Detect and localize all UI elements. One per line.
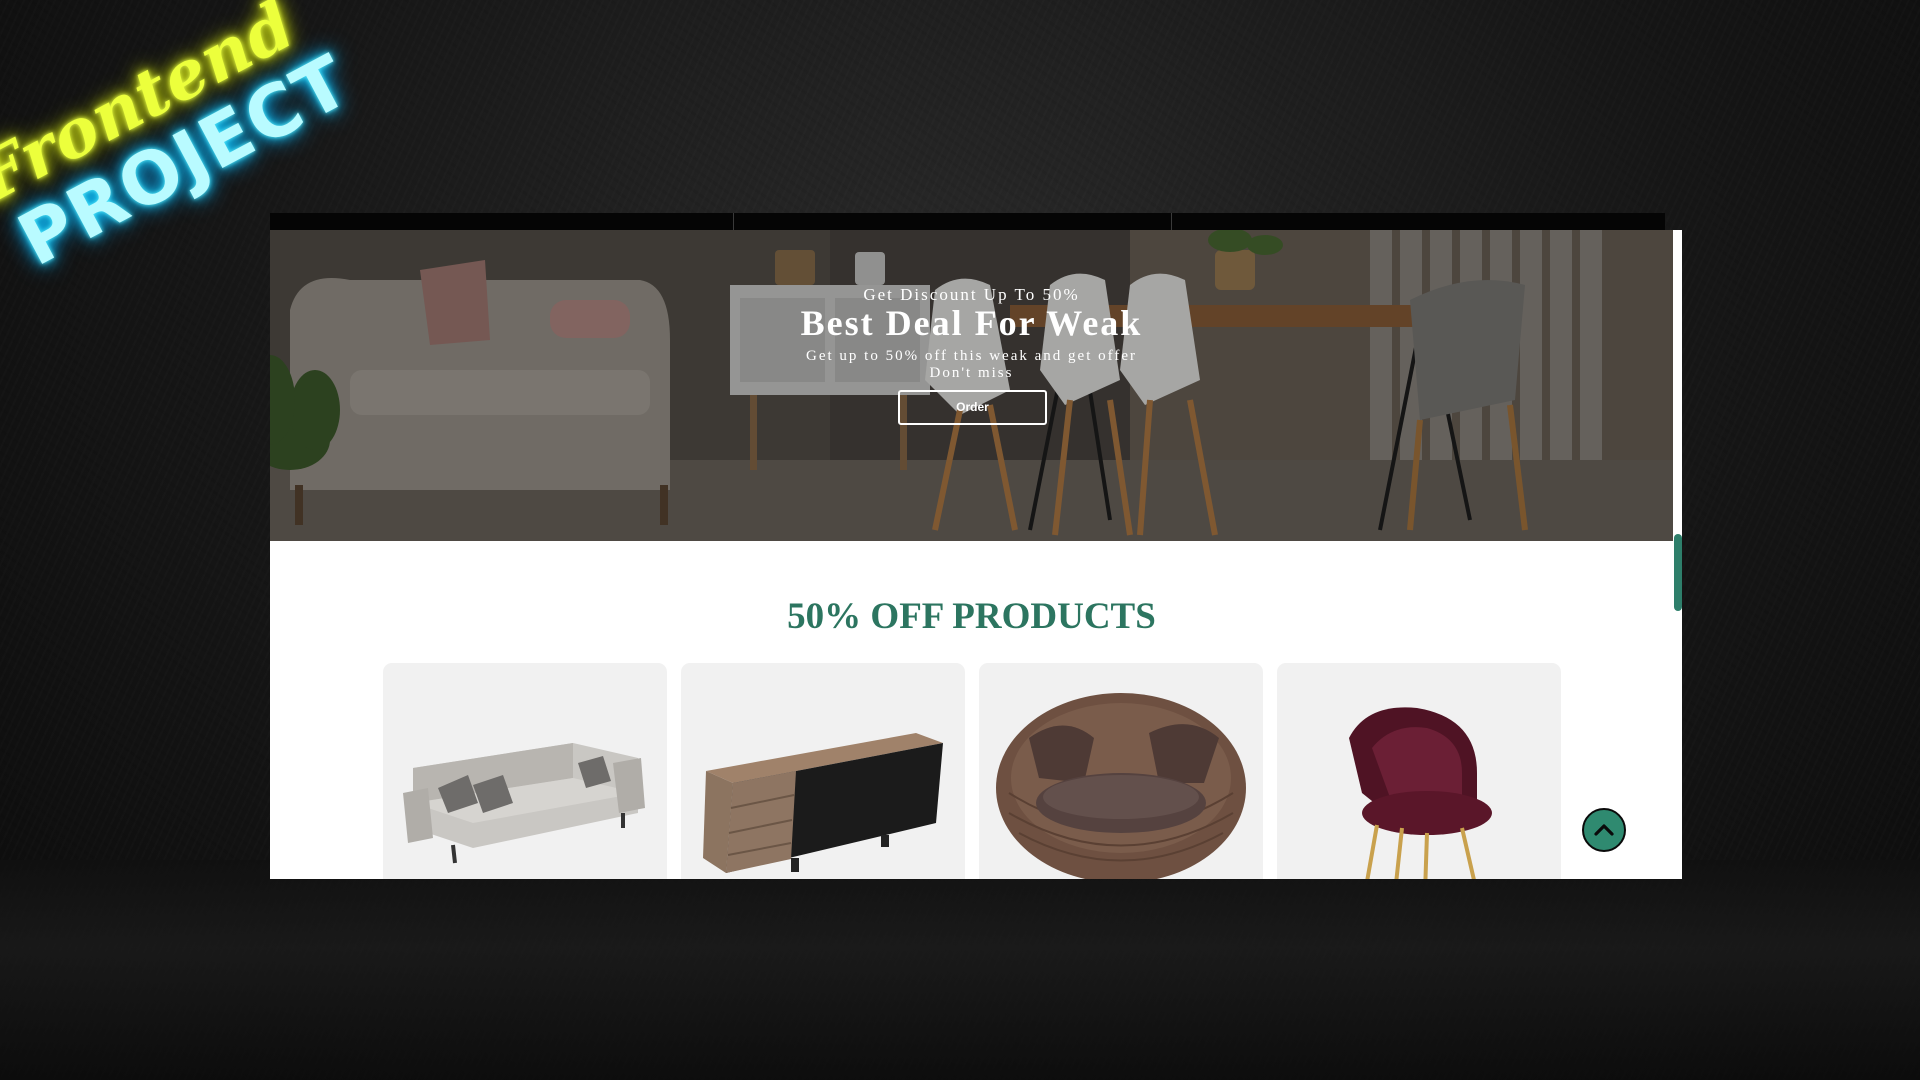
product-card-sofa[interactable] — [383, 663, 667, 879]
chevron-up-icon — [1594, 824, 1614, 836]
website-viewport: Get Discount Up To 50% Best Deal For Wea… — [270, 230, 1682, 879]
background-floor — [0, 860, 1920, 1080]
scroll-to-top-button[interactable] — [1582, 808, 1626, 852]
hero-subtitle-line1: Get up to 50% off this weak and get offe… — [806, 348, 1137, 364]
velvet-chair-image — [1349, 707, 1492, 879]
browser-top-bar — [270, 213, 1665, 230]
product-card-rattan-chair[interactable] — [979, 663, 1263, 879]
hero-banner: Get Discount Up To 50% Best Deal For Wea… — [270, 230, 1673, 541]
hero-dark-overlay — [270, 230, 1673, 541]
page-scrollbar[interactable] — [1673, 230, 1682, 879]
hero-subtitle-line2: Don't miss — [929, 365, 1014, 381]
order-button[interactable]: Order — [898, 390, 1047, 425]
topbar-divider — [733, 213, 734, 230]
cabinet-image — [703, 733, 943, 873]
sofa-image — [403, 743, 645, 864]
hero-subtitle: Get up to 50% off this weak and get offe… — [270, 348, 1673, 382]
section-title: 50% OFF PRODUCTS — [787, 596, 1156, 637]
scrollbar-thumb[interactable] — [1674, 534, 1682, 611]
product-card-cabinet[interactable] — [681, 663, 965, 879]
topbar-divider — [1171, 213, 1172, 230]
rattan-chair-image — [996, 693, 1246, 879]
product-card-velvet-chair[interactable] — [1277, 663, 1561, 879]
hero-title: Best Deal For Weak — [800, 303, 1143, 343]
